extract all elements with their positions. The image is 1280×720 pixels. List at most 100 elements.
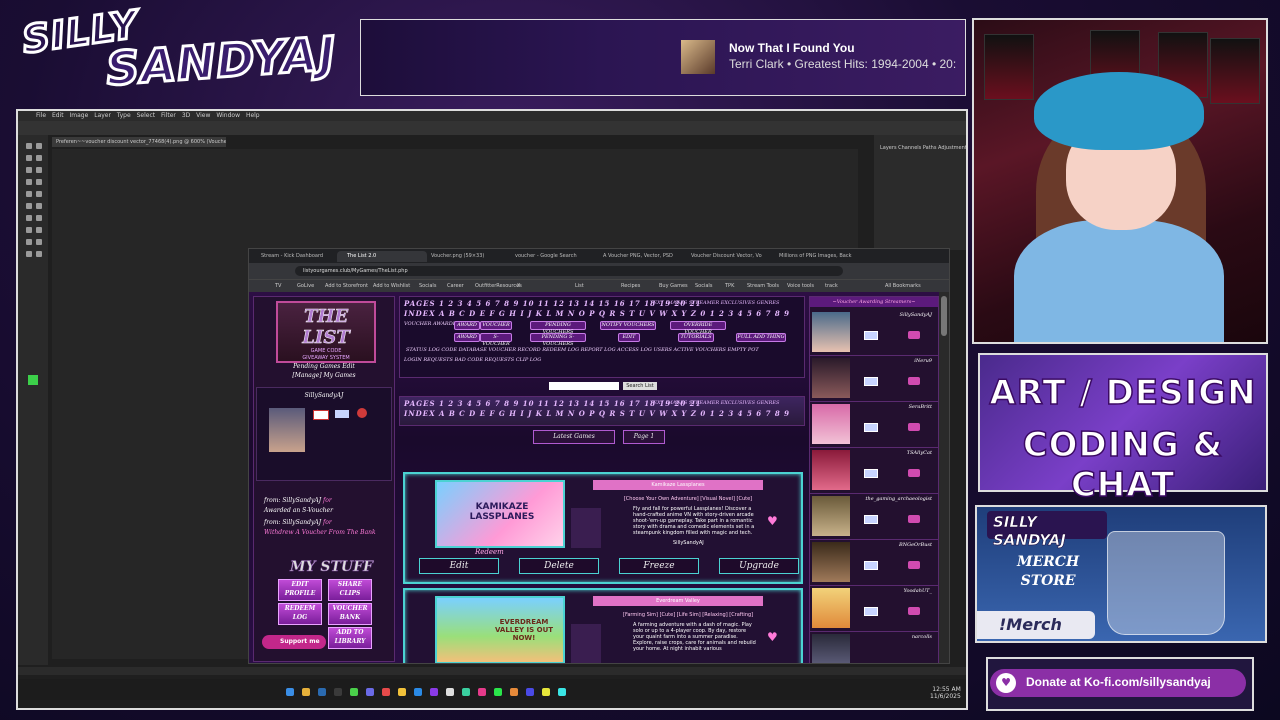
streamer-entry[interactable]: SillySandyAJ: [810, 309, 938, 356]
app-icon[interactable]: [526, 688, 534, 696]
move-tool-icon[interactable]: [26, 143, 32, 149]
dodge-tool-icon[interactable]: [36, 215, 42, 221]
bookmark[interactable]: TPK: [725, 283, 734, 289]
award-button[interactable]: AWARD: [454, 333, 480, 342]
game-cover[interactable]: KAMIKAZE LASSPLANES: [435, 480, 565, 548]
latest-games-button[interactable]: Latest Games: [533, 430, 615, 444]
lasso-tool-icon[interactable]: [26, 155, 32, 161]
index-letters-2[interactable]: A B C D E F G H I J K L M N O P Q R S T …: [439, 409, 790, 418]
pending-s-vouchers-button[interactable]: PENDING S-VOUCHERS: [530, 333, 586, 347]
bookmark[interactable]: GoLive: [297, 283, 314, 289]
app-icon[interactable]: [558, 688, 566, 696]
bookmark[interactable]: Stream Tools: [747, 283, 779, 289]
page-1-button[interactable]: Page 1: [623, 430, 665, 444]
override-voucher-button[interactable]: OVERRIDE VOUCHER: [670, 321, 726, 335]
scrollbar-thumb[interactable]: [941, 296, 947, 336]
app-icon[interactable]: [414, 688, 422, 696]
streamer-entry[interactable]: BNGeOrBust: [810, 539, 938, 586]
photoshop-icon[interactable]: [318, 688, 326, 696]
eraser-tool-icon[interactable]: [26, 203, 32, 209]
streamer-entry[interactable]: iNeru9: [810, 355, 938, 402]
menu-3d[interactable]: 3D: [182, 112, 190, 119]
path-tool-icon[interactable]: [26, 239, 32, 245]
crop-tool-icon[interactable]: [26, 167, 32, 173]
streamer-entry[interactable]: the_gaming_archaeologist: [810, 493, 938, 540]
taskbar-clock[interactable]: 12:55 AM 11/6/2025: [930, 686, 961, 700]
like-heart-icon[interactable]: ♥: [767, 630, 778, 644]
browser-tab[interactable]: Voucher Discount Vector, Vo: [681, 251, 775, 262]
document-tab[interactable]: Preferen~~voucher discount vector_77468(…: [52, 137, 226, 147]
bookmark[interactable]: TV: [275, 283, 281, 289]
explorer-icon[interactable]: [302, 688, 310, 696]
add-to-library-button[interactable]: ADD TO LIBRARY: [328, 627, 372, 649]
blur-tool-icon[interactable]: [26, 215, 32, 221]
redeem-label[interactable]: Redeem: [475, 548, 504, 556]
bookmark[interactable]: Socials: [419, 283, 436, 289]
upgrade-game-button[interactable]: Upgrade: [719, 558, 799, 574]
edit-button[interactable]: EDIT: [618, 333, 640, 342]
app-icon[interactable]: [494, 688, 502, 696]
address-bar[interactable]: listyourgames.club/MyGames/TheList.php: [295, 266, 843, 276]
menu-select[interactable]: Select: [137, 112, 156, 119]
support-me-button[interactable]: Support me: [262, 635, 326, 649]
voucher-bank-button[interactable]: VOUCHER BANK: [328, 603, 372, 625]
notify-vouchers-button[interactable]: NOTIFY VOUCHERS: [600, 321, 656, 330]
the-list-logo[interactable]: THE LIST GAME CODE GIVEAWAY SYSTEM: [276, 301, 376, 363]
brush-tool-icon[interactable]: [36, 179, 42, 185]
menu-file[interactable]: File: [36, 112, 46, 119]
select-tool-icon[interactable]: [36, 155, 42, 161]
voucher-button[interactable]: VOUCHER: [480, 321, 512, 330]
search-list-button[interactable]: Search List: [623, 382, 657, 390]
marquee-tool-icon[interactable]: [36, 143, 42, 149]
manage-games-link[interactable]: [Manage] My Games: [254, 372, 394, 379]
pending-vouchers-button[interactable]: PENDING VOUCHERS: [530, 321, 586, 335]
bookmark[interactable]: Add to Storefront: [325, 283, 368, 289]
nav-right-labels-2[interactable]: TEXT IMAGES STREAMER EXCLUSIVES GENRES: [650, 400, 780, 406]
full-add-thing-button[interactable]: FULL ADD THING: [736, 333, 786, 342]
app-icon[interactable]: [446, 688, 454, 696]
admin-links-row[interactable]: STATUS LOG CODE DATABASE VOUCHER RECORD …: [406, 347, 759, 353]
chrome-icon[interactable]: [398, 688, 406, 696]
bookmark[interactable]: All Bookmarks: [885, 283, 921, 289]
nav-right-labels[interactable]: TEXT IMAGES STREAMER EXCLUSIVES GENRES: [650, 300, 780, 306]
share-clips-button[interactable]: SHARE CLIPS: [328, 579, 372, 601]
menu-filter[interactable]: Filter: [161, 112, 176, 119]
menu-edit[interactable]: Edit: [52, 112, 64, 119]
app-icon[interactable]: [542, 688, 550, 696]
menu-image[interactable]: Image: [70, 112, 89, 119]
browser-tab[interactable]: voucher - Google Search: [505, 251, 599, 262]
browser-tab[interactable]: Voucher.png (59×33): [421, 251, 511, 262]
streamer-entry[interactable]: narcolls: [810, 631, 938, 663]
streamer-entry[interactable]: SeraBritt: [810, 401, 938, 448]
app-icon[interactable]: [510, 688, 518, 696]
browser-tab-active[interactable]: The List 2.0: [337, 251, 427, 262]
menu-view[interactable]: View: [196, 112, 210, 119]
type-tool-icon[interactable]: [36, 227, 42, 233]
app-icon[interactable]: [478, 688, 486, 696]
edit-game-button[interactable]: Edit: [419, 558, 499, 574]
app-icon[interactable]: [382, 688, 390, 696]
layers-panel-tabs[interactable]: Layers Channels Paths Adjustments Color: [874, 135, 966, 151]
stamp-tool-icon[interactable]: [26, 191, 32, 197]
bookmark[interactable]: track: [825, 283, 838, 289]
freeze-game-button[interactable]: Freeze: [619, 558, 699, 574]
streamer-entry[interactable]: YoodahUT_: [810, 585, 938, 632]
bookmark[interactable]: List: [575, 283, 584, 289]
heal-tool-icon[interactable]: [26, 179, 32, 185]
eyedropper-tool-icon[interactable]: [36, 167, 42, 173]
streamer-entry[interactable]: TSAllyCat: [810, 447, 938, 494]
delete-game-button[interactable]: Delete: [519, 558, 599, 574]
like-heart-icon[interactable]: ♥: [767, 514, 778, 528]
discord-icon[interactable]: [366, 688, 374, 696]
edit-profile-button[interactable]: EDIT PROFILE: [278, 579, 322, 601]
menu-type[interactable]: Type: [117, 112, 131, 119]
bookmark[interactable]: Recipes: [621, 283, 640, 289]
hand-tool-icon[interactable]: [26, 251, 32, 257]
bookmark[interactable]: Add to Wishlist: [373, 283, 410, 289]
app-icon[interactable]: [350, 688, 358, 696]
bookmark[interactable]: Career: [447, 283, 464, 289]
pending-games-link[interactable]: Pending Games Edit: [254, 363, 394, 370]
game-title[interactable]: Kamikaze Lassplanes: [593, 480, 763, 490]
bookmark[interactable]: OutfitterResources: [475, 283, 522, 289]
start-icon[interactable]: [286, 688, 294, 696]
